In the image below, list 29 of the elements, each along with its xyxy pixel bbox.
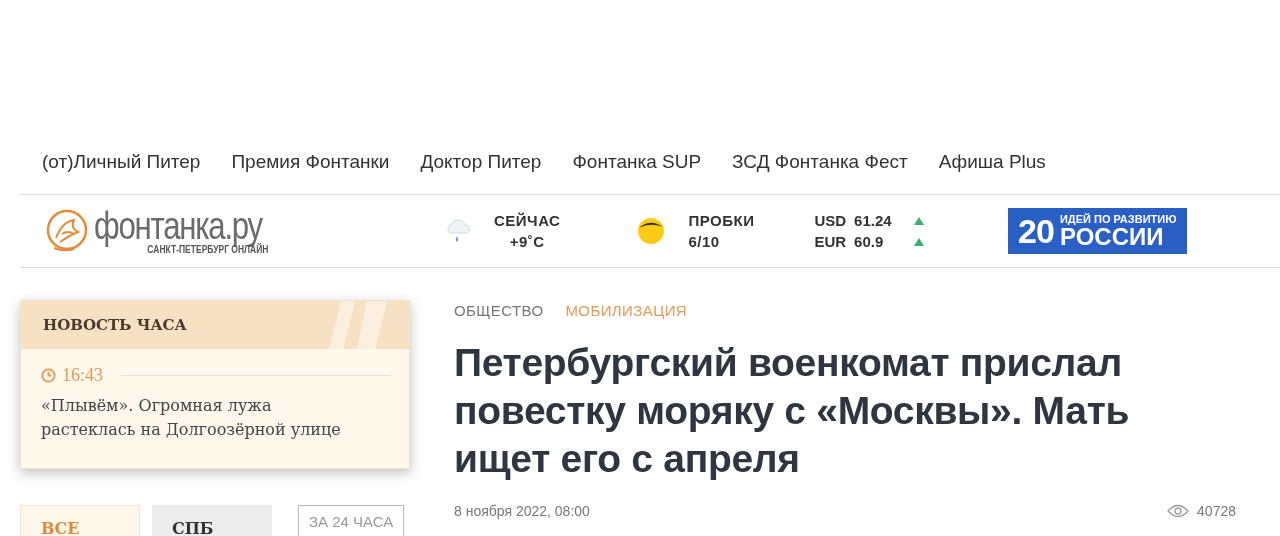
logo-icon[interactable] [44,208,90,254]
card-title: НОВОСТЬ ЧАСА [43,316,187,334]
nav-link[interactable]: Фонтанка SUP [572,151,702,173]
traffic-score: 6/10 [688,232,720,252]
category-link[interactable]: ОБЩЕСТВО [454,302,544,319]
banner-title: РОССИИ [1059,224,1164,249]
currency-code: EUR [814,232,847,252]
nav-link[interactable]: Доктор Питер [420,151,542,173]
publish-date: 8 ноября 2022, 08:00 [454,503,590,519]
traffic-circle-icon [636,216,667,246]
nav-link[interactable]: (от)Личный Питер [42,151,201,173]
nav-link[interactable]: ЗСД Фонтанка Фест [732,151,908,173]
feed-tab[interactable]: СПБ [152,505,272,536]
currency-code: USD [814,211,847,231]
nav-link[interactable]: Афиша Plus [938,151,1046,173]
exchange-rate: 60.9 [854,232,885,252]
news-headline[interactable]: «Плывём». Огромная лужа растеклась на Долгоозёрной улице [41,394,371,442]
temperature: +9˚C [509,232,545,252]
news-time: 16:43 [62,365,103,386]
eye-icon [1167,504,1190,518]
weather-label: СЕЙЧАС [494,211,561,231]
article-headline: Петербургский военкомат прислал повестку моряку с «Москвы». Мать ищет его с апреля [454,340,1131,482]
banner-caption: ИДЕЙ ПО РАЗВИТИЮ [1059,213,1177,225]
nav-link[interactable]: Премия Фонтанки [231,151,390,173]
banner-number: 20 [1018,211,1054,251]
view-count: 40728 [1197,503,1236,519]
clock-icon [41,368,56,383]
traffic-label: ПРОБКИ [688,211,755,231]
exchange-rate: 61.24 [854,211,893,231]
